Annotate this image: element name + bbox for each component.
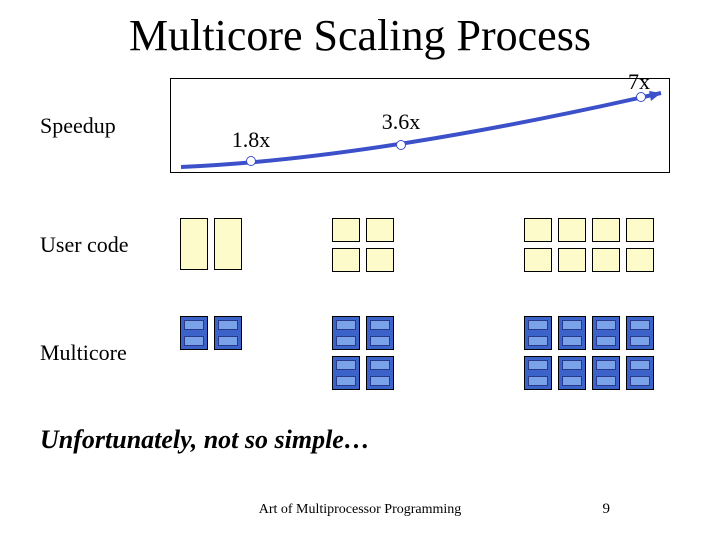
code-block bbox=[366, 218, 394, 242]
code-block bbox=[332, 248, 360, 272]
cpu-core-icon bbox=[626, 316, 654, 350]
cpu-core-icon bbox=[180, 316, 208, 350]
cpu-core-icon bbox=[366, 316, 394, 350]
code-block bbox=[626, 248, 654, 272]
cpu-core-icon bbox=[524, 356, 552, 390]
caption: Unfortunately, not so simple… bbox=[40, 425, 370, 455]
code-block bbox=[626, 218, 654, 242]
cpu-core-icon bbox=[592, 356, 620, 390]
row-usercode-label: User code bbox=[0, 232, 170, 258]
page-title: Multicore Scaling Process bbox=[0, 0, 720, 61]
code-block bbox=[214, 218, 242, 270]
cpu-core-icon bbox=[558, 356, 586, 390]
code-block bbox=[524, 218, 552, 242]
code-block bbox=[592, 218, 620, 242]
cpu-core-icon bbox=[592, 316, 620, 350]
footer-text: Art of Multiprocessor Programming bbox=[0, 502, 720, 518]
code-block bbox=[558, 218, 586, 242]
row-speedup: Speedup bbox=[0, 78, 720, 173]
code-block bbox=[180, 218, 208, 270]
cpu-core-icon bbox=[366, 356, 394, 390]
multicore-group-1 bbox=[180, 316, 242, 390]
code-block bbox=[558, 248, 586, 272]
row-multicore: Multicore bbox=[0, 310, 720, 395]
code-block bbox=[332, 218, 360, 242]
multicore-group-3 bbox=[524, 316, 654, 390]
cpu-core-icon bbox=[214, 316, 242, 350]
code-block bbox=[366, 248, 394, 272]
cpu-core-icon bbox=[524, 316, 552, 350]
row-multicore-label: Multicore bbox=[0, 340, 170, 366]
cpu-core-icon bbox=[332, 316, 360, 350]
usercode-group-3 bbox=[524, 218, 654, 272]
usercode-group-2 bbox=[332, 218, 394, 272]
code-block bbox=[524, 248, 552, 272]
usercode-group-1 bbox=[180, 218, 242, 272]
row-speedup-label: Speedup bbox=[0, 113, 170, 139]
page-number: 9 bbox=[603, 501, 611, 518]
cpu-core-icon bbox=[626, 356, 654, 390]
multicore-group-2 bbox=[332, 316, 394, 390]
cpu-core-icon bbox=[332, 356, 360, 390]
code-block bbox=[592, 248, 620, 272]
cpu-core-icon bbox=[558, 316, 586, 350]
row-usercode: User code bbox=[0, 210, 720, 280]
